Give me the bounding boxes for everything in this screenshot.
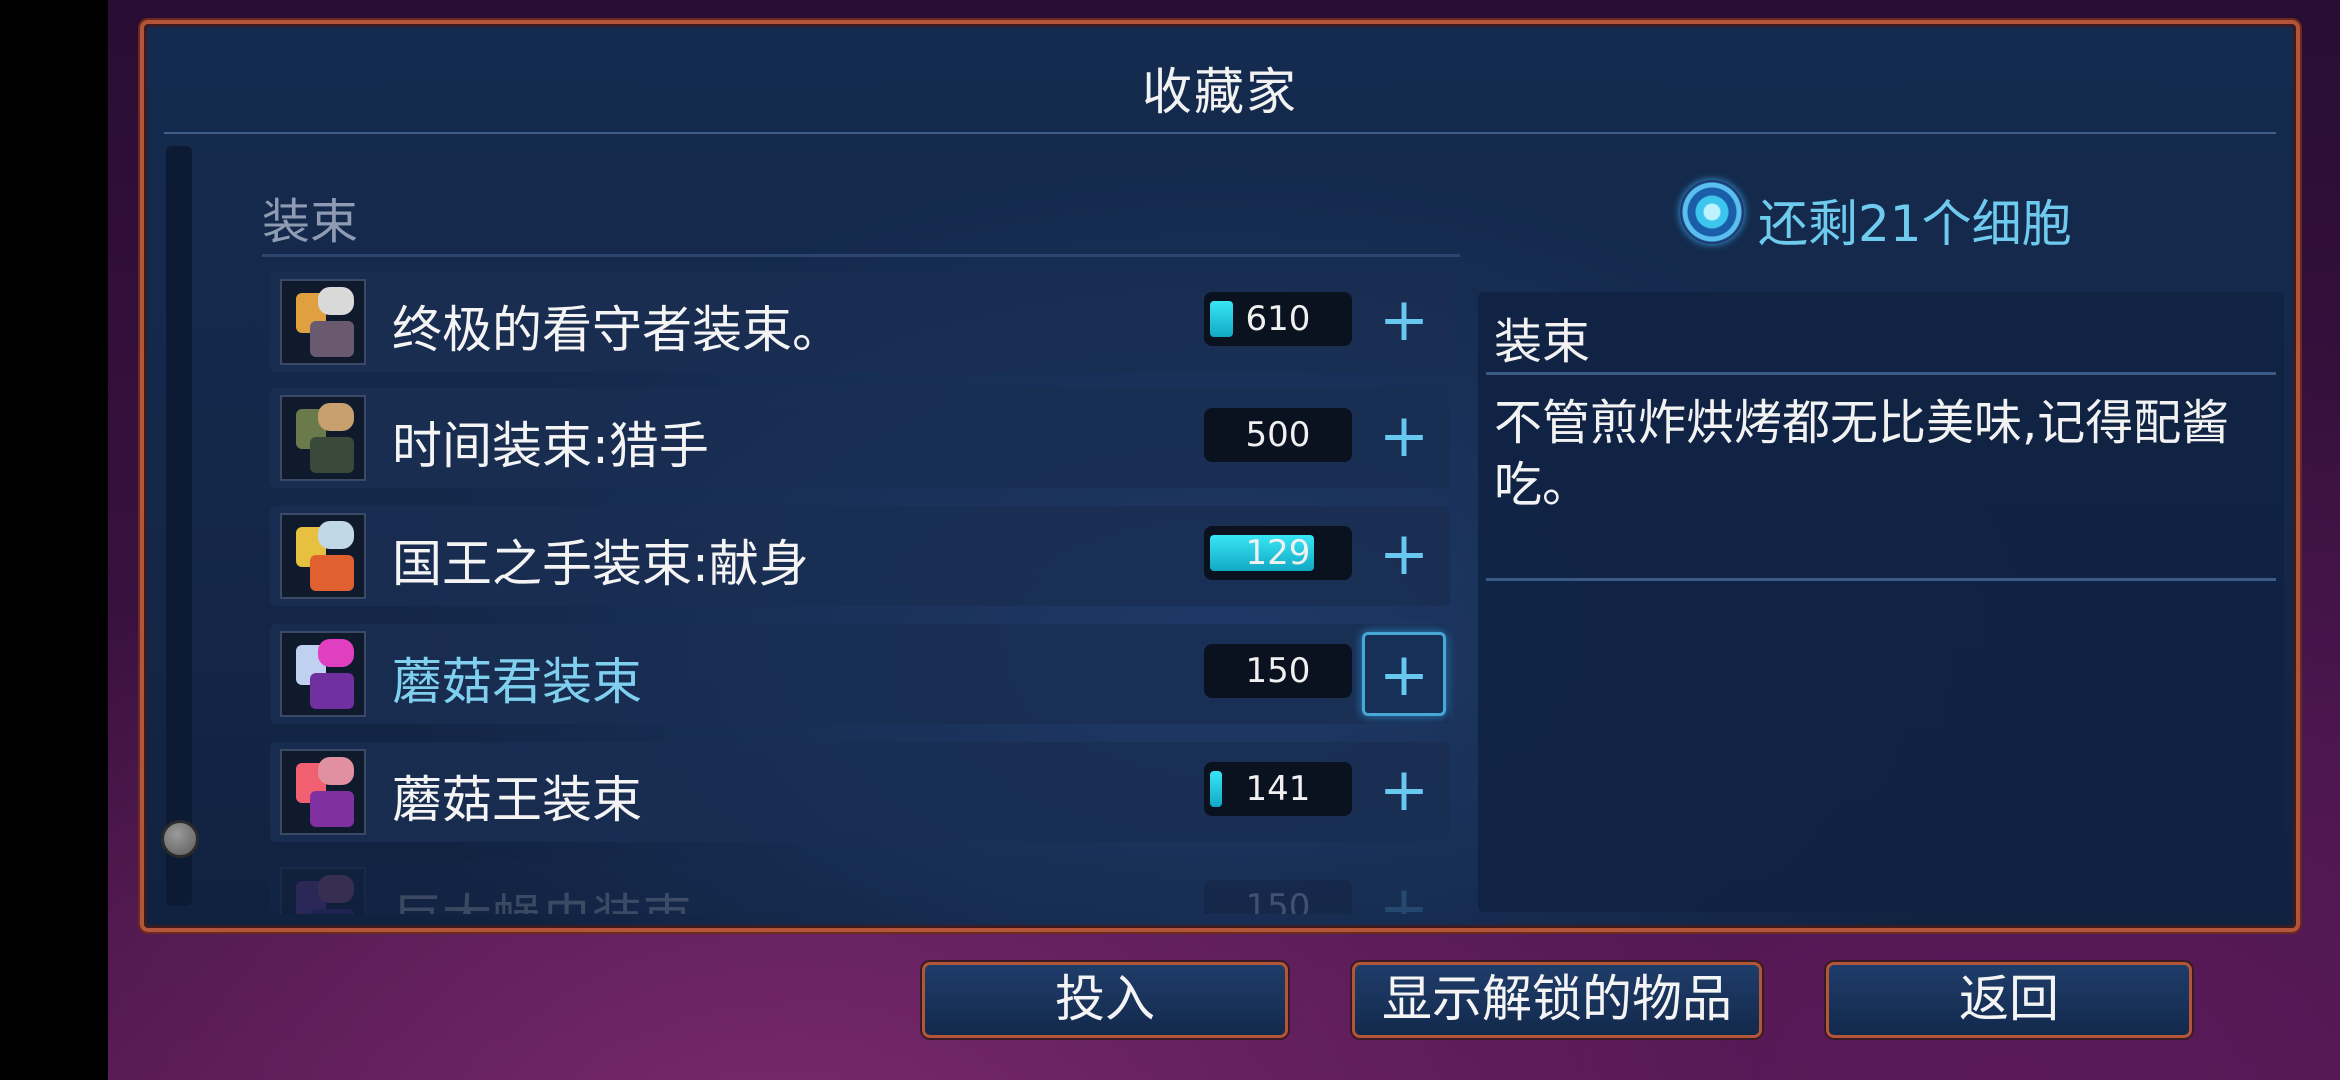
detail-divider-bottom xyxy=(1486,578,2276,581)
detail-divider-top xyxy=(1486,372,2276,375)
cost-badge: 500 xyxy=(1204,408,1352,462)
outfit-icon xyxy=(280,395,366,481)
scrollbar-track[interactable] xyxy=(166,146,192,906)
item-name: 蘑菇王装束 xyxy=(392,771,642,829)
list-item[interactable]: 蘑菇君装束 150 + xyxy=(270,624,1450,724)
item-name: 时间装束:猎手 xyxy=(392,417,709,475)
cost-value: 141 xyxy=(1245,769,1311,809)
add-cells-button[interactable]: + xyxy=(1362,280,1446,364)
item-name: 巨大蝇虫装束 xyxy=(392,878,692,914)
outfit-icon xyxy=(280,749,366,835)
category-label: 装束 xyxy=(262,194,359,250)
add-cells-button[interactable]: + xyxy=(1362,514,1446,598)
cost-badge: 610 xyxy=(1204,292,1352,346)
progress-fill xyxy=(1210,771,1222,807)
add-cells-button[interactable]: + xyxy=(1362,868,1446,914)
cost-value: 150 xyxy=(1245,651,1311,691)
add-cells-button[interactable]: + xyxy=(1362,396,1446,480)
progress-fill xyxy=(1210,301,1233,337)
item-name: 蘑菇君装束 xyxy=(392,653,642,711)
collector-panel: 收藏家 装束 终极的看守者装束。 610 + 时间装束:猎手 500 + 国王之手装束:献身… xyxy=(140,20,2300,932)
back-button[interactable]: 返回 xyxy=(1826,962,2192,1038)
cost-badge: 150 xyxy=(1204,644,1352,698)
cost-value: 129 xyxy=(1245,533,1311,573)
cell-icon xyxy=(1680,180,1744,244)
item-name: 终极的看守者装束。 xyxy=(392,301,842,359)
scrollbar-thumb[interactable] xyxy=(161,820,199,858)
cost-badge: 129 xyxy=(1204,526,1352,580)
list-item[interactable]: 蘑菇王装束 141 + xyxy=(270,742,1450,842)
detail-panel: 装束 不管煎炸烘烤都无比美味,记得配酱吃。 xyxy=(1478,292,2284,912)
cost-value: 150 xyxy=(1245,887,1311,914)
cost-value: 500 xyxy=(1245,415,1311,455)
add-cells-button[interactable]: + xyxy=(1362,750,1446,834)
list-item[interactable]: 巨大蝇虫装束 150 + xyxy=(270,860,1450,914)
title-divider xyxy=(164,132,2276,134)
outfit-icon xyxy=(280,631,366,717)
cells-remaining-text: 还剩21个细胞 xyxy=(1758,195,2072,253)
add-cells-button[interactable]: + xyxy=(1362,632,1446,716)
item-name: 国王之手装束:献身 xyxy=(392,535,809,593)
outfit-icon xyxy=(280,867,366,914)
detail-title: 装束 xyxy=(1494,314,1591,370)
list-item[interactable]: 终极的看守者装束。 610 + xyxy=(270,272,1450,372)
category-divider xyxy=(262,254,1460,257)
cost-badge: 141 xyxy=(1204,762,1352,816)
cost-value: 610 xyxy=(1245,299,1311,339)
list-item[interactable]: 国王之手装束:献身 129 + xyxy=(270,506,1450,606)
invest-button[interactable]: 投入 xyxy=(922,962,1288,1038)
list-item[interactable]: 时间装束:猎手 500 + xyxy=(270,388,1450,488)
show-unlocked-button[interactable]: 显示解锁的物品 xyxy=(1352,962,1762,1038)
panel-title: 收藏家 xyxy=(1142,63,1298,121)
cost-badge: 150 xyxy=(1204,880,1352,914)
outfit-icon xyxy=(280,279,366,365)
outfit-icon xyxy=(280,513,366,599)
detail-description: 不管煎炸烘烤都无比美味,记得配酱吃。 xyxy=(1494,395,2230,513)
